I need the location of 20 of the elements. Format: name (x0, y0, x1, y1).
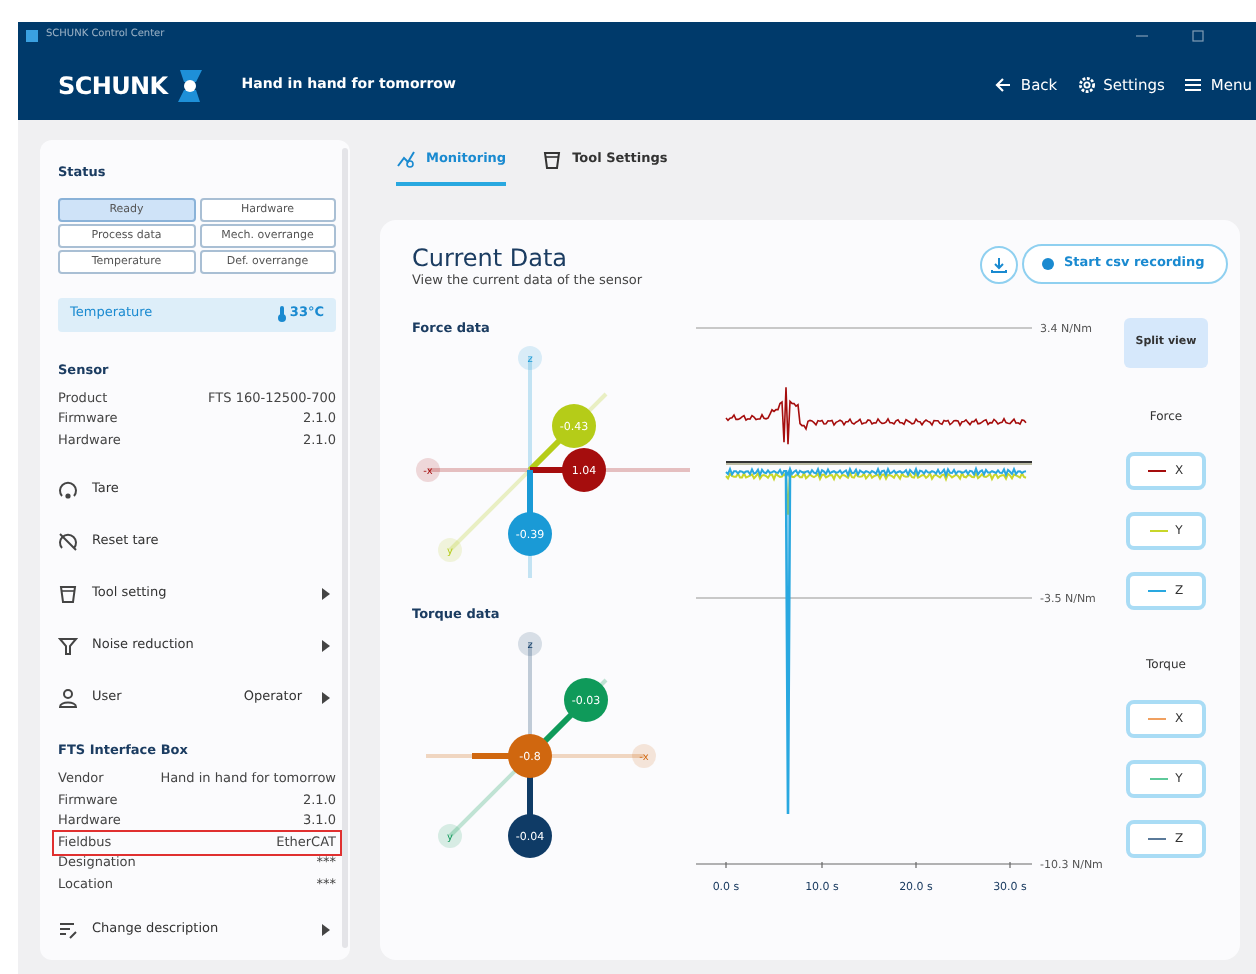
scale-crossed-icon (58, 532, 78, 552)
app-icon (26, 30, 38, 42)
settings-icon (1077, 76, 1096, 94)
chart-magnifier-icon (396, 150, 416, 170)
minimize-icon[interactable] (1136, 30, 1148, 42)
filter-icon (58, 636, 78, 656)
brand-logo: SCHUNK (58, 69, 168, 103)
arrow-left-icon (994, 76, 1013, 94)
maximize-icon[interactable] (1192, 30, 1204, 42)
edit-lines-icon (58, 919, 78, 940)
scale-icon (58, 480, 78, 500)
cup-icon (58, 584, 78, 604)
thermometer-icon (277, 306, 286, 323)
download-button[interactable] (980, 246, 1018, 284)
download-icon (990, 256, 1008, 274)
panel-title: Current Data (412, 244, 570, 272)
record-dot-icon (1042, 258, 1054, 270)
cup-icon (542, 150, 563, 170)
user-icon (58, 688, 78, 708)
menu-icon (1184, 76, 1203, 94)
